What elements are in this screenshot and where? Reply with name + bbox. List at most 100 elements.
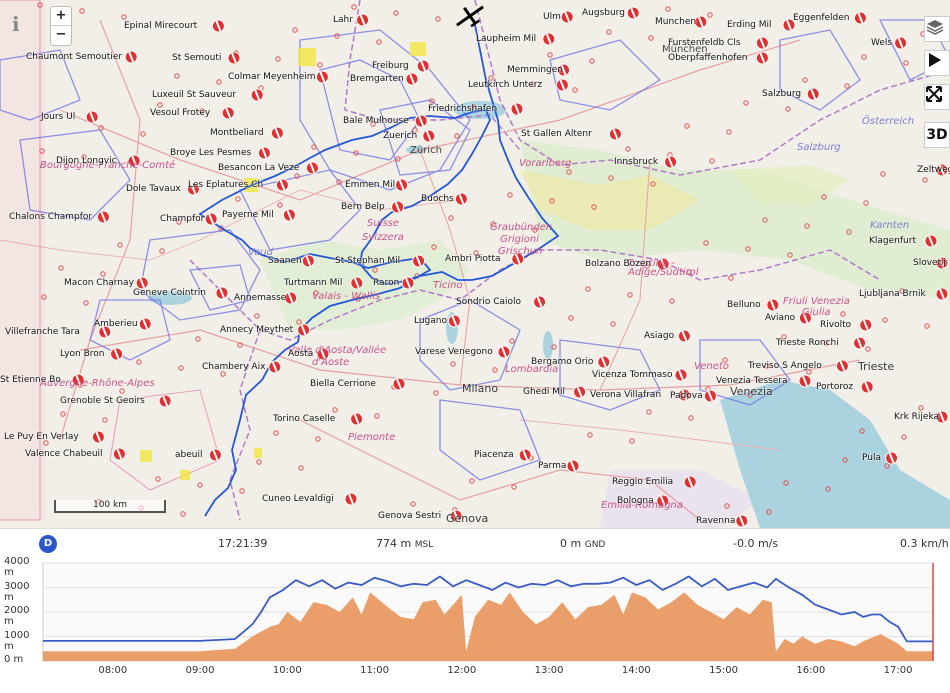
airfield-icon[interactable]: [806, 87, 820, 101]
airfield-label[interactable]: Laupheim Mil: [476, 34, 536, 44]
airfield-icon[interactable]: [297, 323, 311, 337]
map-view[interactable]: Vorarlberg Graubünden Grigioni Grischun Tici…: [0, 0, 950, 528]
airfield-label[interactable]: Le Puy En Verlay: [4, 432, 79, 442]
airfield-icon[interactable]: [555, 78, 569, 92]
airfield-icon[interactable]: [204, 212, 218, 226]
airfield-label[interactable]: Jours Ul: [41, 112, 75, 122]
airfield-icon[interactable]: [301, 254, 315, 268]
airfield-label[interactable]: Verona Villafran: [590, 390, 661, 400]
airfield-label[interactable]: Colmar Meyenheim: [228, 72, 316, 82]
airfield-label[interactable]: Zuerich: [383, 131, 417, 141]
airfield-icon[interactable]: [853, 336, 867, 350]
airfield-label[interactable]: Buochs: [421, 194, 454, 204]
airfield-label[interactable]: Valence Chabeuil: [25, 449, 103, 459]
airfield-icon[interactable]: [257, 146, 271, 160]
airfield-icon[interactable]: [694, 15, 708, 29]
airfield-label[interactable]: Freiburg: [372, 61, 409, 71]
airfield-label[interactable]: Payerne Mil: [222, 210, 274, 220]
airfield-label[interactable]: Bern Belp: [341, 202, 385, 212]
airfield-label[interactable]: Vicenza Tommaso: [592, 370, 672, 380]
airfield-icon[interactable]: [608, 127, 622, 141]
airfield-icon[interactable]: [270, 126, 284, 140]
airfield-label[interactable]: Dole Tavaux: [126, 184, 181, 194]
airfield-label[interactable]: Amberieu: [94, 319, 138, 329]
airfield-label[interactable]: St Gallen Altenr: [521, 129, 592, 139]
airfield-label[interactable]: Eggenfelden: [793, 13, 850, 23]
airfield-icon[interactable]: [924, 234, 938, 248]
airfield-icon[interactable]: [533, 295, 547, 309]
airfield-icon[interactable]: [626, 6, 640, 20]
airfield-icon[interactable]: [91, 430, 105, 444]
airfield-label[interactable]: Villefranche Tara: [5, 327, 80, 337]
airfield-label[interactable]: Lahr: [333, 15, 353, 25]
airfield-label[interactable]: Bolzano Bozen: [585, 259, 651, 269]
airfield-label[interactable]: St Etienne Bo: [0, 375, 61, 385]
airfield-label[interactable]: Luxeuil St Sauveur: [152, 90, 236, 100]
airfield-icon[interactable]: [735, 514, 749, 528]
airfield-label[interactable]: Genova Sestri: [378, 511, 441, 521]
airfield-icon[interactable]: [350, 276, 364, 290]
airfield-label[interactable]: Slovenj: [913, 258, 946, 268]
airfield-label[interactable]: Bremgarten: [350, 74, 404, 84]
airfield-label[interactable]: Parma: [538, 461, 566, 471]
airfield-icon[interactable]: [703, 389, 717, 403]
airfield-label[interactable]: Ljubljana Brnik: [859, 289, 926, 299]
airfield-label[interactable]: Broye Les Pesmes: [170, 148, 251, 158]
airfield-label[interactable]: Les Eplatures Ch: [188, 180, 263, 190]
airfield-icon[interactable]: [560, 10, 574, 24]
airfield-label[interactable]: Portoroz: [816, 382, 853, 392]
airfield-label[interactable]: Memmingen: [507, 65, 563, 75]
airfield-icon[interactable]: [566, 459, 580, 473]
airfield-label[interactable]: Belluno: [727, 300, 761, 310]
airfield-icon[interactable]: [211, 19, 225, 33]
airfield-label[interactable]: Geneve Cointrin: [133, 288, 206, 298]
zoom-out-button[interactable]: −: [51, 25, 71, 44]
airfield-icon[interactable]: [573, 385, 587, 399]
airfield-icon[interactable]: [422, 129, 436, 143]
airfield-label[interactable]: Pula: [862, 453, 881, 463]
airfield-icon[interactable]: [885, 451, 899, 465]
airfield-label[interactable]: Innsbruck: [614, 157, 658, 167]
airfield-label[interactable]: Leutkirch Unterz: [468, 80, 542, 90]
altitude-profile-panel[interactable]: D 17:21:39 774 m MSL 0 m GND -0.0 m/s 0.…: [0, 528, 950, 693]
airfield-label[interactable]: Montbeliard: [210, 128, 264, 138]
airfield-icon[interactable]: [755, 51, 769, 65]
airfield-icon[interactable]: [227, 51, 241, 65]
airfield-label[interactable]: Bergamo Orio: [531, 357, 593, 367]
airfield-label[interactable]: Friedrichshafen: [428, 104, 497, 114]
airfield-icon[interactable]: [395, 178, 409, 192]
airfield-icon[interactable]: [112, 447, 126, 461]
airfield-label[interactable]: Lugano: [414, 316, 447, 326]
airfield-label[interactable]: Chalons Champfor: [9, 212, 92, 222]
airfield-label[interactable]: Dijon Longvic: [56, 156, 117, 166]
airfield-icon[interactable]: [454, 192, 468, 206]
airfield-label[interactable]: Erding Mil: [727, 20, 772, 30]
airfield-label[interactable]: Aosta: [288, 349, 313, 359]
airfield-label[interactable]: Torino Caselle: [273, 414, 335, 424]
airfield-icon[interactable]: [542, 32, 556, 46]
airfield-label[interactable]: Lyon Bron: [60, 349, 104, 359]
airfield-label[interactable]: Bologna: [617, 496, 654, 506]
airfield-icon[interactable]: [350, 412, 364, 426]
airfield-icon[interactable]: [284, 291, 298, 305]
airfield-icon[interactable]: [85, 110, 99, 124]
airfield-label[interactable]: Raron: [373, 278, 399, 288]
airfield-icon[interactable]: [356, 13, 370, 27]
airfield-label[interactable]: Champfor: [160, 214, 204, 224]
airfield-icon[interactable]: [344, 492, 358, 506]
play-button[interactable]: [924, 50, 950, 76]
airfield-icon[interactable]: [416, 59, 430, 73]
airfield-label[interactable]: Ghedi Mil: [523, 387, 565, 397]
airfield-label[interactable]: Zeltweg: [917, 165, 950, 175]
airfield-icon[interactable]: [124, 50, 138, 64]
airfield-icon[interactable]: [110, 347, 124, 361]
airfield-label[interactable]: Asiago: [644, 331, 674, 341]
airfield-icon[interactable]: [859, 318, 873, 332]
airfield-icon[interactable]: [391, 200, 405, 214]
airfield-icon[interactable]: [158, 394, 172, 408]
airfield-label[interactable]: Vesoul Frotey: [150, 108, 210, 118]
layers-button[interactable]: [924, 16, 950, 42]
airfield-icon[interactable]: [497, 345, 511, 359]
airfield-label[interactable]: Treviso S Angelo: [748, 361, 822, 371]
airfield-label[interactable]: Augsburg: [582, 8, 625, 18]
